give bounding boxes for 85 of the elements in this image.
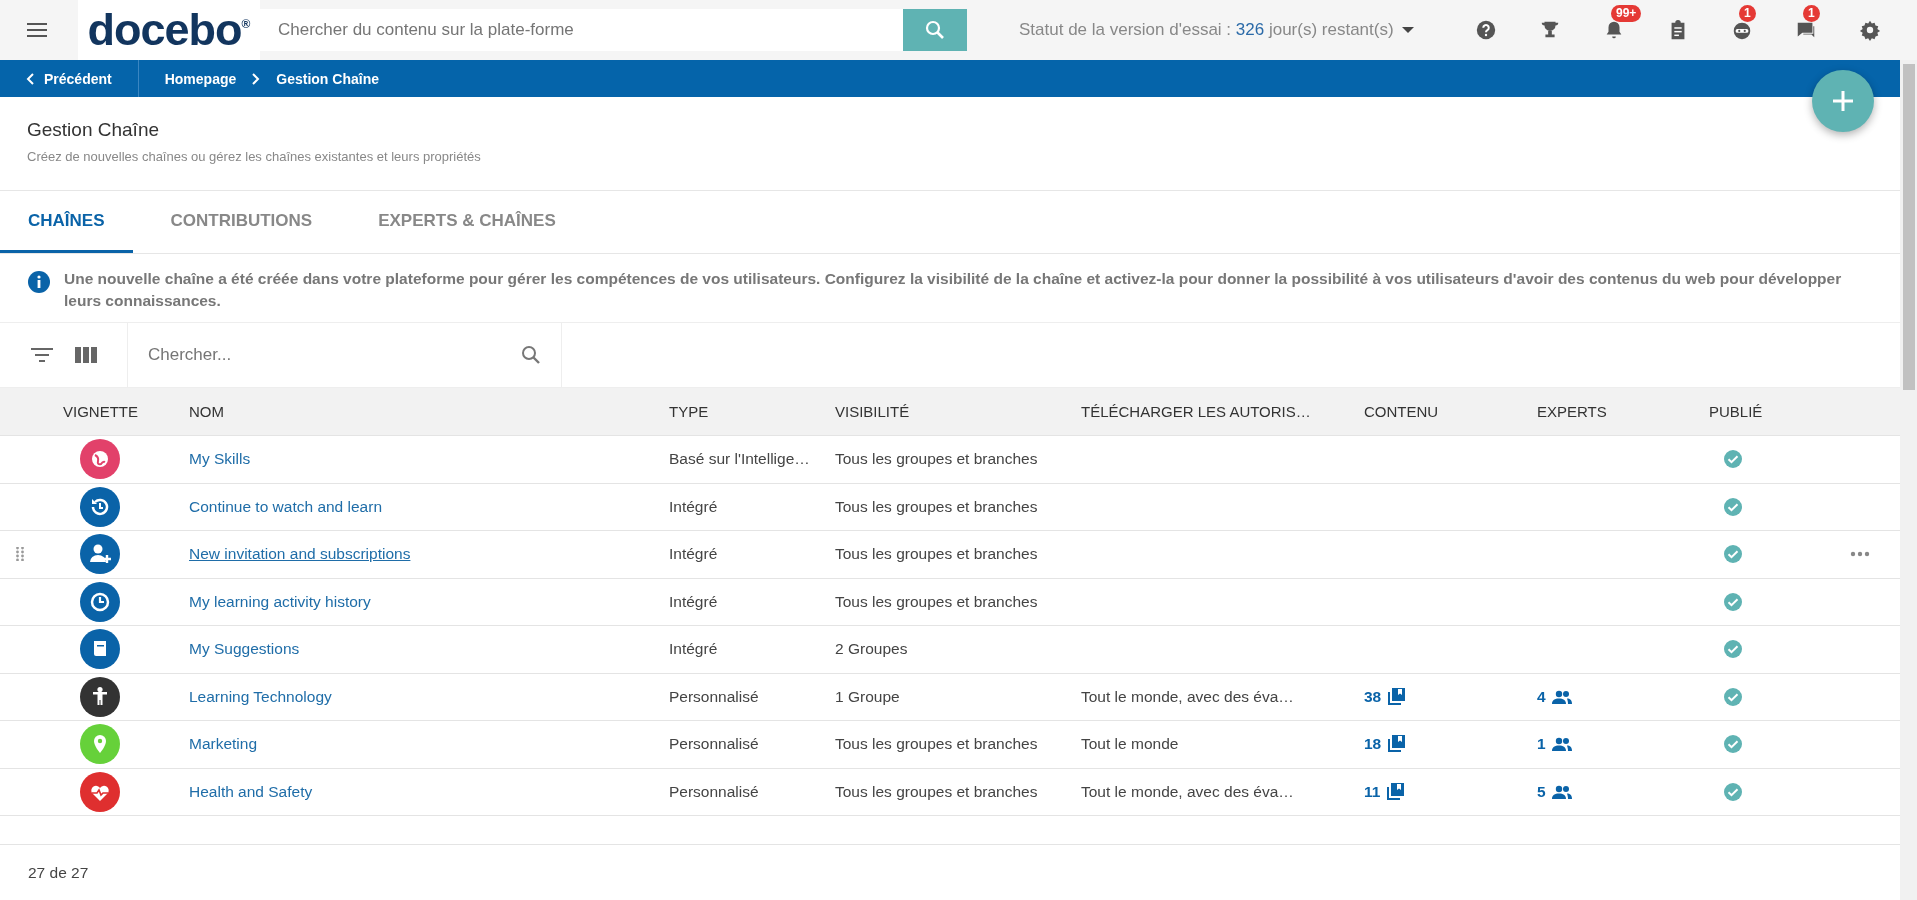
channel-link[interactable]: New invitation and subscriptions [189,545,411,564]
tab[interactable]: EXPERTS & CHAÎNES [350,191,584,253]
help-icon[interactable] [1475,19,1497,41]
library-icon [1387,687,1406,706]
check-circle-icon[interactable] [1724,450,1742,469]
add-button[interactable] [1812,70,1874,132]
breadcrumb-link[interactable]: Gestion Chaîne [276,70,379,87]
channel-link[interactable]: My learning activity history [189,592,371,611]
chevron-left-icon [26,72,34,85]
caret-icon[interactable] [1401,26,1414,34]
check-circle-icon[interactable] [1724,640,1742,659]
table-cell: Tout le monde, avec des éva… [1081,782,1294,801]
tab[interactable]: CHAÎNES [0,191,133,253]
info-icon [28,271,50,293]
column-header[interactable]: NOM [175,403,660,420]
content-count-link[interactable]: 11 [1364,782,1405,801]
page-title: Gestion Chaîne [27,119,161,141]
table-cell: 1 Groupe [835,687,900,706]
column-header[interactable]: TYPE [660,403,826,420]
experts-count-link[interactable]: 1 [1537,735,1572,754]
column-header[interactable]: PUBLIÉ [1700,403,1800,420]
search-field[interactable]: Chercher du contenu sur la plate-forme [260,9,903,51]
search-field[interactable]: Chercher... [146,344,521,366]
plus-icon [1830,88,1856,114]
tab[interactable]: CONTRIBUTIONS [142,191,341,253]
table-cell: Tous les groupes et branches [835,592,1038,611]
library-icon [1386,782,1405,801]
table-cell: Intégré [669,592,718,611]
table-cell: Tous les groupes et branches [835,782,1038,801]
page-subtitle: Créez de nouvelles chaînes ou gérez les chaînes existantes et leurs propriétés [27,149,482,164]
column-header[interactable]: VIGNETTE [40,403,175,420]
table-cell: Tous les groupes et branches [835,735,1038,754]
result-count: 27 de 27 [28,863,89,882]
channel-link[interactable]: Health and Safety [189,782,313,801]
logo[interactable]: docebo$^{®}$ [78,0,260,60]
table-cell: Intégré [669,497,718,516]
check-circle-icon[interactable] [1724,497,1742,516]
table-cell: 2 Groupes [835,640,908,659]
channel-link[interactable]: Marketing [189,735,258,754]
table-cell: Personnalisé [669,735,759,754]
search-icon [925,20,945,40]
notification-badge: 1 [1739,5,1756,22]
column-header[interactable]: TÉLÉCHARGER LES AUTORIS… [1072,403,1355,420]
scrollbar[interactable] [1900,60,1917,900]
table-cell: Basé sur l'Intellige… [669,450,810,469]
check-circle-icon[interactable] [1724,545,1742,564]
notification-badge: 1 [1803,5,1820,22]
people-icon [1551,737,1572,752]
column-header[interactable]: VISIBILITÉ [826,403,1072,420]
table-cell: Personnalisé [669,782,759,801]
people-icon [1551,784,1572,799]
library-icon [1387,735,1406,754]
content-count-link[interactable]: 38 [1364,687,1406,706]
channel-link[interactable]: My Skills [189,450,251,469]
more-icon[interactable] [1850,551,1870,558]
check-circle-icon[interactable] [1724,687,1742,706]
check-circle-icon[interactable] [1724,782,1742,801]
column-header[interactable]: EXPERTS [1528,403,1700,420]
table-cell: Tout le monde, avec des éva… [1081,687,1294,706]
info-message: Une nouvelle chaîne a été créée dans votre plateforme pour gérer les compétences de vos utilisateurs. Configurez la visibilité de la chaîne et activez-la pour donner la possibilité à vos utilisateurs d'avoir des contenus du web pour développer leurs connaissances. [64,269,1843,311]
column-header[interactable]: CONTENU [1355,403,1528,420]
breadcrumb-link[interactable]: Homepage [164,70,237,87]
channel-link[interactable]: My Suggestions [189,640,300,659]
chevron-right-icon [252,72,261,85]
back-link[interactable]: Précédent [0,60,139,97]
people-icon [1551,689,1572,704]
drag-handle-icon[interactable] [16,547,24,562]
table-cell: Tous les groupes et branches [835,450,1038,469]
channel-link[interactable]: Continue to watch and learn [189,497,383,516]
experts-count-link[interactable]: 5 [1537,782,1572,801]
table-cell: Tous les groupes et branches [835,497,1038,516]
table-cell: Intégré [669,545,718,564]
gear-icon[interactable] [1859,19,1881,41]
channel-link[interactable]: Learning Technology [189,687,332,706]
search-icon [521,345,541,365]
table-cell: Intégré [669,640,718,659]
table-cell: Tous les groupes et branches [835,545,1038,564]
trial-status[interactable]: Statut de la version d'essai : 326 jour(s) restant(s) [1019,20,1394,40]
content-count-link[interactable]: 18 [1364,735,1406,754]
table-cell: Personnalisé [669,687,759,706]
check-circle-icon[interactable] [1724,735,1742,754]
table-cell: Tout le monde [1081,735,1179,754]
notification-badge: 99+ [1611,5,1642,22]
experts-count-link[interactable]: 4 [1537,687,1572,706]
check-circle-icon[interactable] [1724,592,1742,611]
